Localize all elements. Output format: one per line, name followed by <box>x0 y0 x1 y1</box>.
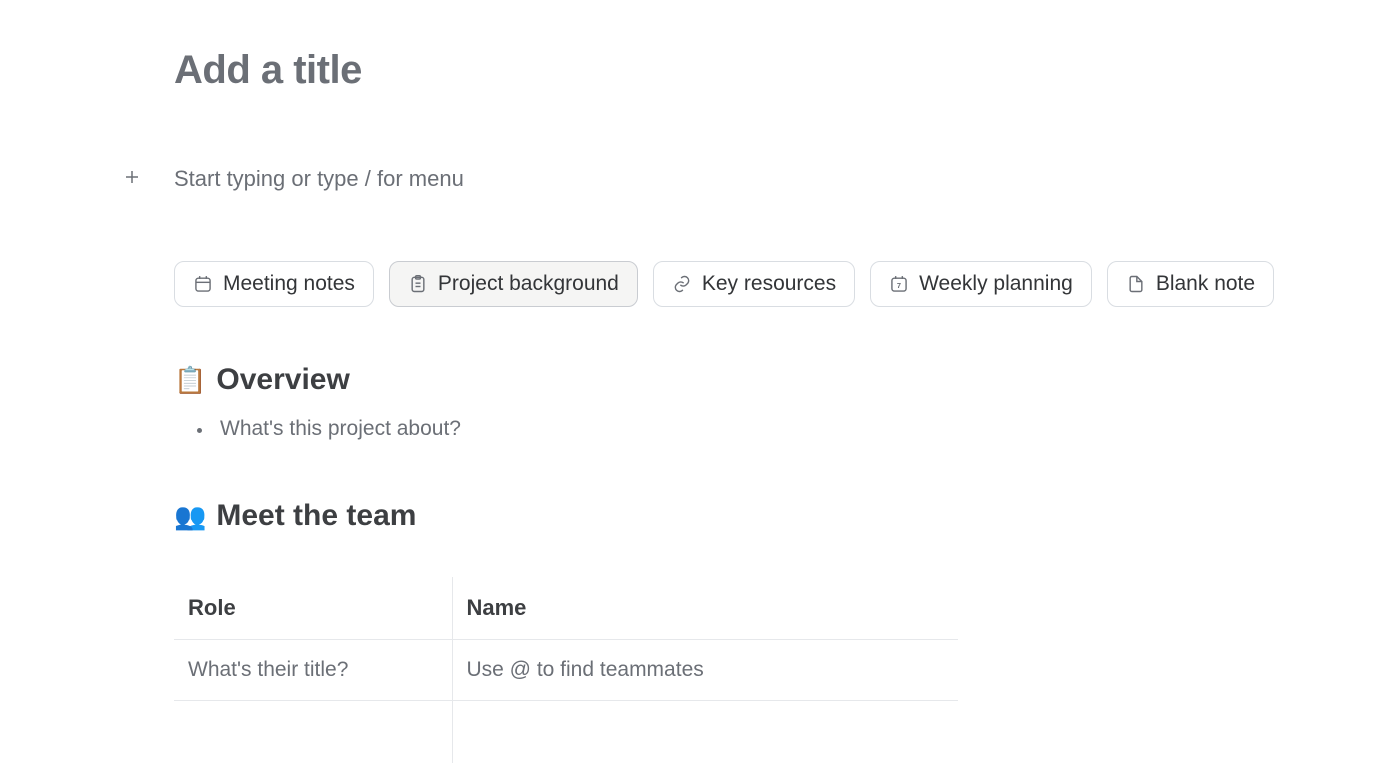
add-block-button[interactable] <box>118 165 146 193</box>
template-label: Project background <box>438 272 619 296</box>
table-row[interactable] <box>174 701 958 763</box>
team-table: Role Name What's their title? Use @ to f… <box>174 577 958 763</box>
table-row[interactable]: What's their title? Use @ to find teamma… <box>174 640 958 701</box>
plus-icon <box>123 168 141 191</box>
heading-text: Meet the team <box>216 499 416 533</box>
template-label: Blank note <box>1156 272 1255 296</box>
people-emoji-icon: 👥 <box>174 503 206 529</box>
template-label: Meeting notes <box>223 272 355 296</box>
file-icon <box>1126 274 1146 294</box>
template-meeting-notes[interactable]: Meeting notes <box>174 261 374 307</box>
body-input[interactable] <box>174 166 1226 192</box>
column-header-name: Name <box>452 577 958 640</box>
team-heading: 👥 Meet the team <box>174 499 1226 533</box>
svg-text:7: 7 <box>897 281 901 290</box>
calendar-7-icon: 7 <box>889 274 909 294</box>
template-suggestions: Meeting notes Project background Key res… <box>174 261 1226 307</box>
template-label: Key resources <box>702 272 836 296</box>
template-blank-note[interactable]: Blank note <box>1107 261 1274 307</box>
template-project-background[interactable]: Project background <box>389 261 638 307</box>
name-cell[interactable]: Use @ to find teammates <box>452 640 958 701</box>
overview-heading: 📋 Overview <box>174 363 1226 397</box>
calendar-icon <box>193 274 213 294</box>
link-icon <box>672 274 692 294</box>
heading-text: Overview <box>216 363 349 397</box>
clipboard-icon <box>408 274 428 294</box>
role-cell[interactable]: What's their title? <box>174 640 452 701</box>
role-cell[interactable] <box>174 701 452 763</box>
template-key-resources[interactable]: Key resources <box>653 261 855 307</box>
name-cell[interactable] <box>452 701 958 763</box>
title-input[interactable] <box>174 48 1226 93</box>
template-label: Weekly planning <box>919 272 1073 296</box>
column-header-role: Role <box>174 577 452 640</box>
overview-bullets[interactable]: What's this project about? <box>214 417 1226 441</box>
template-weekly-planning[interactable]: 7 Weekly planning <box>870 261 1092 307</box>
clipboard-emoji-icon: 📋 <box>174 367 206 393</box>
list-item[interactable]: What's this project about? <box>214 417 1226 441</box>
document-editor: Meeting notes Project background Key res… <box>0 0 1400 763</box>
